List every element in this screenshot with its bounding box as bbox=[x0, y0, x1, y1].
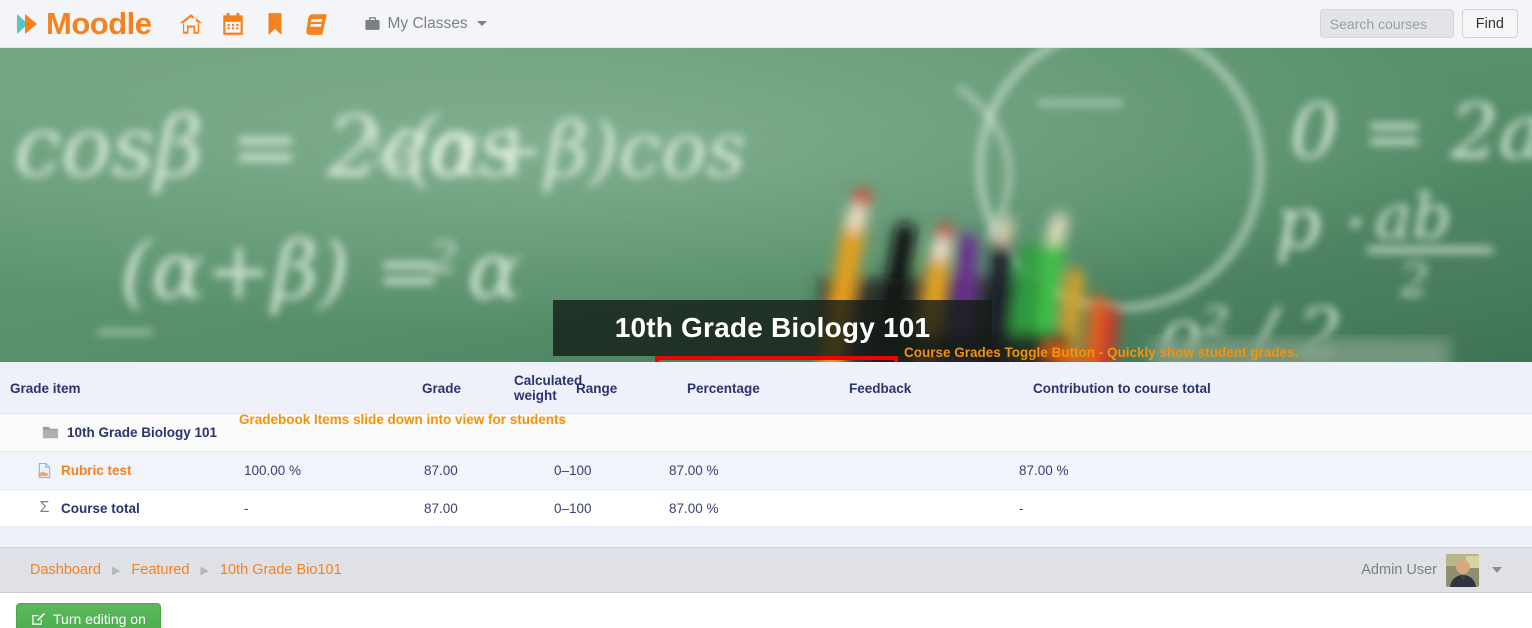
chevron-down-icon[interactable] bbox=[1492, 567, 1502, 573]
table-header-row: Grade item Calculated weight Grade Range… bbox=[0, 362, 1532, 414]
calculated-weight-cell: 100.00 % bbox=[234, 451, 414, 490]
page-title: 10th Grade Biology 101 bbox=[614, 312, 931, 343]
table-row: Rubric test 100.00 % 87.00 0–100 87.00 %… bbox=[0, 451, 1532, 490]
column-header-percentage: Percentage bbox=[659, 362, 819, 414]
assignment-icon[interactable] bbox=[36, 462, 53, 479]
table-row: 10th Grade Biology 101 bbox=[0, 413, 1532, 452]
my-classes-label: My Classes bbox=[387, 14, 468, 32]
breadcrumb-item-dashboard[interactable]: Dashboard bbox=[30, 562, 101, 578]
moodle-play-logo-icon bbox=[14, 9, 44, 39]
range-cell: 0–100 bbox=[544, 451, 659, 490]
bookmark-icon[interactable] bbox=[262, 11, 288, 37]
navbar-right: Find bbox=[1319, 9, 1518, 38]
grade-item-cell: Σ Course total bbox=[0, 489, 234, 527]
svg-text:ab: ab bbox=[1375, 180, 1452, 253]
svg-text:α+β)cos: α+β)cos bbox=[430, 105, 746, 194]
svg-text:—: — bbox=[95, 293, 155, 362]
grades-table: Grade item Calculated weight Grade Range… bbox=[0, 362, 1532, 547]
breadcrumb: Dashboard ▶ Featured ▶ 10th Grade Bio101… bbox=[0, 547, 1532, 593]
percentage-cell: 87.00 % bbox=[659, 489, 819, 527]
course-hero-banner: cosβ = 2cos ½ ( α+β)cos (α+β) = α 2 0 = … bbox=[0, 48, 1532, 362]
grade-item-link[interactable]: Rubric test bbox=[61, 463, 132, 478]
breadcrumb-item-featured[interactable]: Featured bbox=[131, 562, 189, 578]
feedback-cell bbox=[819, 489, 1009, 527]
column-header-feedback: Feedback bbox=[819, 362, 1009, 414]
sigma-icon: Σ bbox=[39, 499, 50, 516]
turn-editing-on-label: Turn editing on bbox=[53, 611, 146, 627]
chevron-down-icon bbox=[476, 21, 487, 26]
feedback-cell bbox=[819, 413, 1009, 452]
calendar-icon[interactable] bbox=[220, 11, 246, 37]
column-header-calculated-weight: Calculated weight bbox=[234, 362, 582, 414]
breadcrumb-separator-icon: ▶ bbox=[200, 564, 209, 577]
bottom-bar: Turn editing on bbox=[0, 593, 1532, 628]
column-header-contribution: Contribution to course total bbox=[1009, 362, 1532, 414]
table-footer-spacer bbox=[0, 526, 1532, 547]
briefcase-icon bbox=[364, 15, 381, 32]
contribution-cell: - bbox=[1009, 489, 1532, 527]
breadcrumb-separator-icon: ▶ bbox=[111, 564, 121, 577]
annotation-gradebook-items: Gradebook Items slide down into view for… bbox=[239, 412, 567, 427]
grade-cell: 87.00 bbox=[414, 451, 544, 490]
svg-text:(α+β) = α: (α+β) = α bbox=[120, 224, 522, 317]
contribution-cell bbox=[1009, 413, 1532, 452]
top-navbar: Moodle My Classes Search courses Find bbox=[0, 0, 1532, 48]
find-button[interactable]: Find bbox=[1461, 9, 1518, 38]
grade-item-name: Course total bbox=[61, 500, 140, 516]
calculated-weight-cell: - bbox=[234, 489, 414, 527]
column-header-grade-item: Grade item bbox=[0, 362, 234, 414]
grade-item-cell: 10th Grade Biology 101 bbox=[0, 413, 234, 452]
percentage-cell: 87.00 % bbox=[659, 451, 819, 490]
percentage-cell bbox=[659, 413, 819, 452]
feedback-cell bbox=[819, 451, 1009, 490]
svg-text:0 = 2a·2: 0 = 2a·2 bbox=[1290, 87, 1532, 176]
book-icon[interactable] bbox=[304, 11, 330, 37]
range-cell: 0–100 bbox=[544, 489, 659, 527]
contribution-cell: 87.00 % bbox=[1009, 451, 1532, 490]
user-menu[interactable]: Admin User bbox=[1361, 553, 1502, 587]
svg-text:2: 2 bbox=[429, 233, 458, 284]
breadcrumb-item-course[interactable]: 10th Grade Bio101 bbox=[220, 562, 342, 578]
table-row: Σ Course total - 87.00 0–100 87.00 % - bbox=[0, 489, 1532, 527]
grade-item-cell: Rubric test bbox=[0, 451, 234, 490]
avatar[interactable] bbox=[1446, 553, 1479, 587]
grade-cell: 87.00 bbox=[414, 489, 544, 527]
brand-text: Moodle bbox=[46, 6, 152, 41]
nav-icon-group bbox=[178, 11, 330, 37]
user-name: Admin User bbox=[1361, 562, 1437, 578]
svg-text:2: 2 bbox=[1399, 253, 1429, 307]
grade-item-name: 10th Grade Biology 101 bbox=[67, 425, 218, 440]
moodle-brand[interactable]: Moodle bbox=[14, 8, 152, 39]
annotation-toggle-button: Course Grades Toggle Button - Quickly sh… bbox=[904, 345, 1299, 360]
search-input[interactable] bbox=[1319, 9, 1454, 38]
my-classes-dropdown[interactable]: My Classes bbox=[364, 15, 487, 33]
grades-section: Grade item Calculated weight Grade Range… bbox=[0, 362, 1532, 547]
turn-editing-on-button[interactable]: Turn editing on bbox=[16, 603, 161, 628]
pencil-square-icon bbox=[31, 612, 45, 626]
svg-text:p ·: p · bbox=[1275, 181, 1367, 265]
folder-icon bbox=[42, 424, 59, 441]
home-icon[interactable] bbox=[178, 11, 204, 37]
